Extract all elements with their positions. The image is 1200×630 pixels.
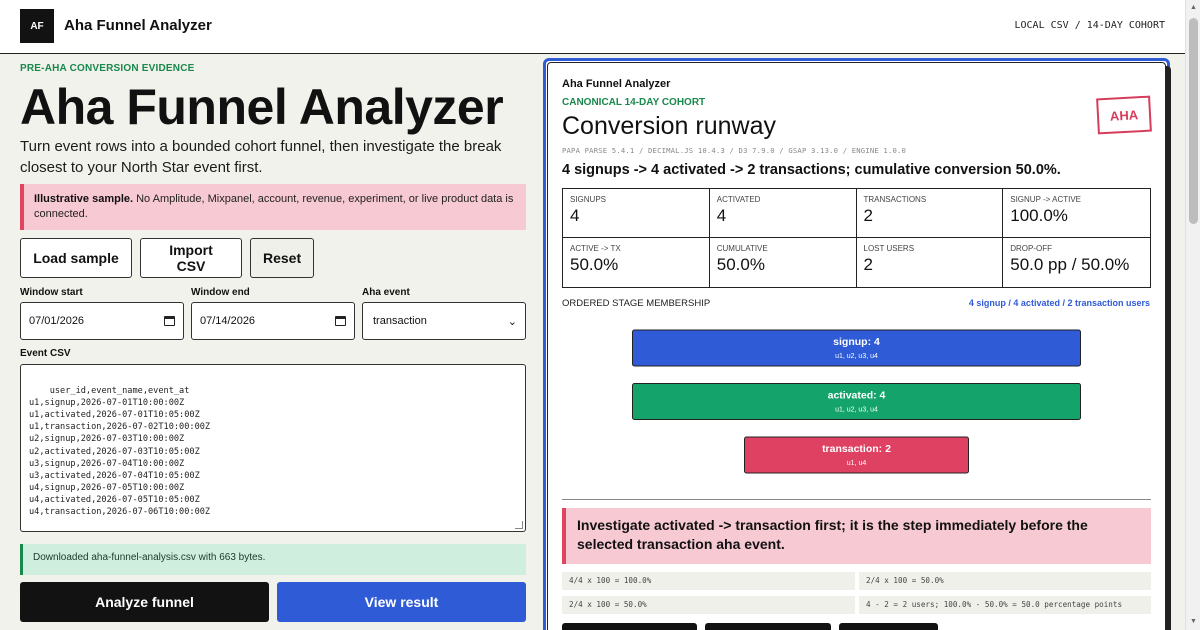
metric-value: 50.0 pp / 50.0% <box>1010 255 1130 274</box>
investigate-insight: Investigate activated -> transaction fir… <box>562 508 1151 564</box>
metric-label: SIGNUP -> ACTIVE <box>1010 195 1082 204</box>
calc-active-tx: 2/4 x 100 = 50.0% <box>859 572 1151 590</box>
result-panel: Aha Funnel Analyzer CANONICAL 14-DAY COH… <box>547 62 1166 630</box>
metric-value: 100.0% <box>1010 206 1068 225</box>
metric-label: ACTIVATED <box>716 195 761 204</box>
hero-eyebrow: PRE-AHA CONVERSION EVIDENCE <box>20 63 195 74</box>
panel-action-button[interactable] <box>562 623 697 630</box>
aha-event-label: Aha event <box>362 287 410 298</box>
funnel-chart: signup: 4 u1, u2, u3, u4 activated: 4 u1, u… <box>632 329 1081 474</box>
metric-cell: CUMULATIVE 50.0% <box>710 238 857 287</box>
sample-notice: Illustrative sample. No Amplitude, Mixpa… <box>20 184 526 230</box>
funnel-members-activated: u1, u2, u3, u4 <box>835 407 878 414</box>
event-csv-textarea[interactable]: user_id,event_name,event_at u1,signup,20… <box>20 364 526 532</box>
metric-cell: LOST USERS 2 <box>857 238 1004 287</box>
window-end-value: 07/14/2026 <box>200 315 256 327</box>
action-buttons: Load sample Import CSV Reset <box>20 238 314 278</box>
chevron-down-icon: ⌄ <box>507 315 517 328</box>
page-scrollbar[interactable]: ▲ ▼ <box>1185 0 1200 630</box>
funnel-label-signup: signup: 4 <box>833 336 880 348</box>
view-result-button[interactable]: View result <box>277 582 526 622</box>
window-end-input[interactable]: 07/14/2026 <box>191 302 355 340</box>
library-versions: PAPA PARSE 5.4.1 / DECIMAL.JS 10.4.3 / D… <box>562 146 907 155</box>
metric-label: LOST USERS <box>863 244 915 253</box>
window-end-label: Window end <box>191 287 250 298</box>
metric-value: 4 <box>570 206 580 225</box>
funnel-label-activated: activated: 4 <box>828 390 886 402</box>
notice-strong: Illustrative sample. <box>34 193 134 205</box>
reset-button[interactable]: Reset <box>250 238 314 278</box>
event-csv-value: user_id,event_name,event_at u1,signup,20… <box>29 386 211 518</box>
scroll-thumb[interactable] <box>1189 18 1198 224</box>
calendar-icon[interactable] <box>335 316 346 326</box>
panel-title: Conversion runway <box>562 112 776 140</box>
aha-event-value: transaction <box>373 315 427 327</box>
funnel-summary: 4 signups -> 4 activated -> 2 transactio… <box>562 162 1061 178</box>
app-logo: AF <box>20 9 54 43</box>
metric-cell: DROP-OFF 50.0 pp / 50.0% <box>1003 238 1150 287</box>
load-sample-button[interactable]: Load sample <box>20 238 132 278</box>
aha-event-select[interactable]: transaction ⌄ <box>362 302 526 340</box>
metrics-grid: SIGNUPS 4 ACTIVATED 4 TRANSACTIONS 2 SIGNUP… <box>562 188 1151 288</box>
metric-cell: ACTIVATED 4 <box>709 189 857 238</box>
metric-value: 50.0% <box>716 255 765 274</box>
panel-action-button[interactable] <box>839 623 938 630</box>
metric-value: 2 <box>863 206 873 225</box>
analyze-funnel-button[interactable]: Analyze funnel <box>20 582 269 622</box>
metric-value: 50.0% <box>570 255 619 274</box>
panel-app-title: Aha Funnel Analyzer <box>562 78 671 90</box>
metric-value: 2 <box>863 255 873 274</box>
funnel-members-transaction: u1, u4 <box>847 460 867 467</box>
window-start-label: Window start <box>20 287 83 298</box>
panel-action-button[interactable] <box>705 623 831 630</box>
resize-grip-icon[interactable] <box>515 521 523 529</box>
top-bar: AF Aha Funnel Analyzer LOCAL CSV / 14-DA… <box>0 0 1200 54</box>
calendar-icon[interactable] <box>164 316 175 326</box>
window-start-value: 07/01/2026 <box>29 315 85 327</box>
scroll-up-icon[interactable]: ▲ <box>1189 3 1198 13</box>
calc-signup-active: 4/4 x 100 = 100.0% <box>562 572 855 590</box>
aha-stamp: AHA <box>1096 95 1152 135</box>
hero-title: Aha Funnel Analyzer <box>20 79 504 135</box>
event-csv-label: Event CSV <box>20 348 71 359</box>
metric-label: TRANSACTIONS <box>863 195 927 204</box>
panel-eyebrow: CANONICAL 14-DAY COHORT <box>562 97 706 108</box>
metric-label: ACTIVE -> TX <box>570 244 621 253</box>
metric-cell: TRANSACTIONS 2 <box>856 189 1004 238</box>
stage-header: ORDERED STAGE MEMBERSHIP <box>562 298 711 309</box>
metric-cell: SIGNUP -> ACTIVE 100.0% <box>1003 189 1150 238</box>
metric-cell: ACTIVE -> TX 50.0% <box>563 238 710 287</box>
funnel-members-signup: u1, u2, u3, u4 <box>835 353 878 360</box>
metric-value: 4 <box>716 206 727 225</box>
section-divider <box>562 499 1151 500</box>
source-tag: LOCAL CSV / 14-DAY COHORT <box>1014 20 1165 31</box>
calc-drop-off: 4 - 2 = 2 users; 100.0% - 50.0% = 50.0 p… <box>859 596 1151 614</box>
funnel-label-transaction: transaction: 2 <box>822 443 891 455</box>
stage-count: 4 signup / 4 activated / 2 transaction u… <box>968 298 1150 308</box>
hero-lede: Turn event rows into a bounded cohort fu… <box>20 138 502 176</box>
scroll-down-icon[interactable]: ▼ <box>1189 617 1198 627</box>
import-csv-button[interactable]: Import CSV <box>140 238 242 278</box>
download-status: Downloaded aha-funnel-analysis.csv with … <box>20 544 526 575</box>
metric-label: DROP-OFF <box>1010 244 1053 253</box>
metric-cell: SIGNUPS 4 <box>563 189 710 238</box>
metric-label: SIGNUPS <box>570 195 607 204</box>
metric-label: CUMULATIVE <box>716 244 768 253</box>
calc-cumulative: 2/4 x 100 = 50.0% <box>562 596 855 614</box>
window-start-input[interactable]: 07/01/2026 <box>20 302 184 340</box>
app-title: Aha Funnel Analyzer <box>64 17 212 34</box>
